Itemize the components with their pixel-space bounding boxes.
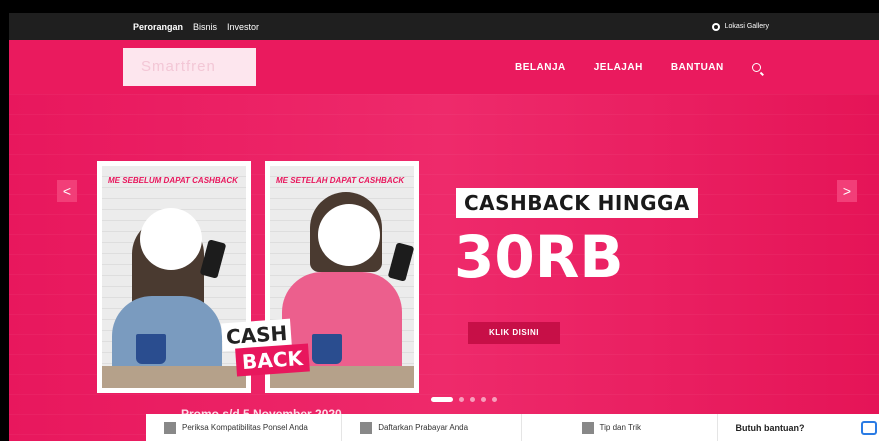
browser-viewport: Perorangan Bisnis Investor Lokasi Galler…: [9, 13, 879, 441]
promo-amount: 30RB: [454, 223, 624, 291]
before-caption: ME SEBELUM DAPAT CASHBACK: [108, 176, 238, 185]
carousel-next-button[interactable]: >: [837, 180, 857, 202]
quick-link-register[interactable]: Daftarkan Prabayar Anda: [342, 414, 522, 441]
carousel-dot[interactable]: [481, 397, 486, 402]
carousel-dot[interactable]: [431, 397, 453, 402]
face-blur: [318, 204, 380, 266]
carousel-dot[interactable]: [492, 397, 497, 402]
quick-link-label: Daftarkan Prabayar Anda: [378, 423, 469, 432]
quick-link-compatibility[interactable]: Periksa Kompatibilitas Ponsel Anda: [146, 414, 343, 441]
after-caption: ME SETELAH DAPAT CASHBACK: [276, 176, 405, 185]
chat-icon[interactable]: [860, 420, 877, 435]
segment-links: Perorangan Bisnis Investor: [133, 13, 259, 40]
carousel-dot[interactable]: [470, 397, 475, 402]
carousel-prev-button[interactable]: <: [57, 180, 77, 202]
segment-link-bisnis[interactable]: Bisnis: [193, 22, 217, 32]
quick-link-label: Tip dan Trik: [599, 423, 642, 432]
search-icon[interactable]: [751, 62, 761, 72]
quick-link-label: Periksa Kompatibilitas Ponsel Anda: [182, 423, 308, 432]
nav-bantuan[interactable]: BANTUAN: [671, 62, 724, 73]
help-widget[interactable]: Butuh bantuan?: [718, 414, 879, 441]
face-blur: [140, 208, 202, 270]
main-header: Smartfren BELANJA JELAJAH BANTUAN: [9, 40, 879, 94]
mug-illustration: [312, 334, 342, 364]
nav-jelajah[interactable]: JELAJAH: [594, 62, 643, 73]
before-photo: ME SEBELUM DAPAT CASHBACK: [97, 161, 251, 393]
help-label: Butuh bantuan?: [735, 422, 805, 433]
mug-illustration: [136, 334, 166, 364]
logo-text: Smartfren: [141, 58, 216, 75]
location-pin-icon: [711, 22, 720, 31]
top-bar: Perorangan Bisnis Investor Lokasi Galler…: [9, 13, 879, 40]
phone-check-icon: [164, 421, 176, 434]
table-illustration: [102, 366, 246, 388]
carousel-dot[interactable]: [459, 397, 464, 402]
location-link[interactable]: Lokasi Gallery: [711, 13, 769, 40]
register-card-icon: [360, 421, 373, 434]
carousel-dots: [431, 397, 497, 402]
quick-links-bar: Periksa Kompatibilitas Ponsel Anda Dafta…: [146, 414, 879, 441]
back-label: BACK: [235, 343, 310, 377]
segment-link-perorangan[interactable]: Perorangan: [133, 22, 183, 32]
lightbulb-icon: [581, 421, 594, 434]
segment-link-investor[interactable]: Investor: [227, 22, 259, 32]
main-nav: BELANJA JELAJAH BANTUAN: [515, 40, 761, 94]
location-label: Lokasi Gallery: [724, 23, 769, 30]
logo[interactable]: Smartfren: [123, 48, 256, 86]
nav-belanja[interactable]: BELANJA: [515, 62, 566, 73]
quick-link-tips[interactable]: Tip dan Trik: [522, 414, 718, 441]
promo-headline: CASHBACK HINGGA: [456, 188, 698, 218]
klik-disini-button[interactable]: KLIK DISINI: [468, 322, 560, 344]
